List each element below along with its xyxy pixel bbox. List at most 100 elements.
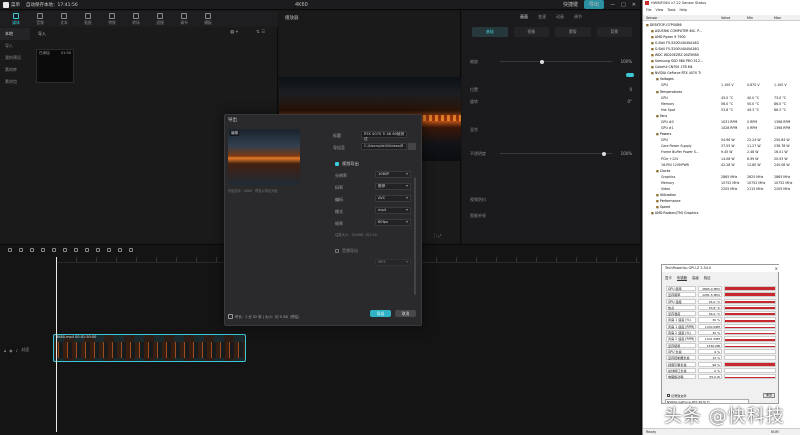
gpuz-sensor-label[interactable]: 风扇 2 速度 (RPM): [666, 336, 696, 342]
log-checkbox[interactable]: [667, 394, 670, 397]
rotate-icon[interactable]: [118, 248, 122, 252]
framerate-select[interactable]: 60fps: [375, 219, 411, 226]
subtab-background[interactable]: 背景: [596, 27, 632, 37]
maximize-icon[interactable]: □: [621, 2, 626, 8]
minimize-icon[interactable]: —: [610, 2, 615, 8]
format-select[interactable]: mp4: [375, 207, 411, 214]
gpuz-sensor-label[interactable]: 视频引擎负载: [666, 361, 696, 367]
media-tab-media[interactable]: 媒体: [8, 12, 24, 26]
menu-help[interactable]: Help: [679, 8, 687, 13]
col-sensor[interactable]: Sensor: [646, 16, 658, 20]
gpuz-sensor-label[interactable]: 电路板功耗: [666, 374, 696, 380]
inspector-row-stabilize[interactable]: 视频防抖: [470, 195, 632, 204]
gpuz-tab-card[interactable]: 显卡: [665, 275, 672, 281]
bitrate-select[interactable]: 推荐: [375, 183, 411, 190]
gpuz-sensor-label[interactable]: 风扇 1 速度 (%): [666, 317, 696, 323]
track-cover-label[interactable]: 封面: [21, 347, 29, 353]
lock-icon[interactable]: 🔒︎: [4, 348, 6, 353]
media-side-import[interactable]: 导入: [0, 40, 30, 52]
media-tab-adjust[interactable]: 调节: [176, 12, 192, 26]
inspector-tab-animation[interactable]: 动画: [556, 14, 564, 20]
export-button[interactable]: 导出: [370, 310, 391, 317]
scale-slider-knob[interactable]: [540, 59, 544, 64]
resolution-select[interactable]: 1080P: [375, 171, 411, 178]
col-min[interactable]: Min: [747, 16, 753, 20]
media-side-library[interactable]: 素材库: [0, 64, 30, 76]
inspector-tab-adjust[interactable]: 调节: [574, 14, 582, 20]
gpuz-sensor-label[interactable]: 显存使用: [666, 342, 696, 348]
gpuz-sensor-label[interactable]: 热点: [666, 304, 696, 311]
gpuz-sensor-label[interactable]: 风扇 2 速度 (%): [666, 330, 696, 336]
col-max[interactable]: Max: [774, 16, 781, 20]
reset-button[interactable]: 重置: [763, 393, 775, 398]
uniform-scale-toggle[interactable]: [626, 73, 634, 77]
codec-select[interactable]: AVC: [375, 195, 411, 202]
folder-icon[interactable]: [408, 143, 416, 150]
subtab-mask[interactable]: 蒙版: [555, 27, 591, 37]
import-button[interactable]: 导入: [38, 31, 46, 37]
select-tool-icon[interactable]: [8, 248, 12, 252]
video-export-checkbox[interactable]: [335, 162, 339, 166]
sort-icon[interactable]: ⇅ ☰: [256, 30, 265, 35]
fullscreen-icon[interactable]: ⛶ ⤢: [434, 233, 441, 238]
title-input[interactable]: RTX 4070 Ti 4K 60帧测试: [361, 131, 407, 141]
subtab-keying[interactable]: 抠像: [513, 27, 549, 37]
col-value[interactable]: Value: [721, 16, 730, 20]
inspector-row-frame-interp[interactable]: 智能补帧: [470, 211, 632, 220]
close-icon[interactable]: ✕: [775, 265, 778, 272]
gpuz-sensor-label[interactable]: GPU 频率: [666, 286, 696, 292]
shortcut-button[interactable]: 快捷键: [563, 1, 578, 8]
menu-button[interactable]: 菜单: [11, 2, 20, 8]
export-button-top[interactable]: 导出: [584, 0, 605, 9]
redo-icon[interactable]: [30, 248, 34, 252]
view-toggle-icon[interactable]: ▦ ▾: [230, 30, 238, 35]
log-to-file-option[interactable]: 记录到文件: [667, 393, 686, 398]
gpuz-sensor-label[interactable]: 显存频率: [666, 292, 696, 298]
subtab-basic[interactable]: 基础: [472, 27, 508, 37]
media-side-pack[interactable]: 素材包: [0, 76, 30, 88]
gpuz-sensor-label[interactable]: GPU 负载: [666, 348, 696, 355]
hwinfo-row[interactable]: AMD Radeon(TM) Graphics: [643, 211, 800, 217]
freeze-icon[interactable]: [85, 248, 89, 252]
gpuz-sensor-label[interactable]: 总线接口负载: [666, 367, 696, 374]
audio-format-select[interactable]: MP3: [375, 259, 411, 266]
gpuz-tab-sensors[interactable]: 传感器: [676, 275, 687, 281]
mirror-icon[interactable]: [107, 248, 111, 252]
mute-icon[interactable]: ♪: [16, 348, 19, 353]
media-tab-filter[interactable]: 滤镜: [152, 12, 168, 26]
eye-icon[interactable]: ◉: [9, 348, 13, 353]
media-tab-transition[interactable]: 转场: [128, 12, 144, 26]
menu-tools[interactable]: Tools: [667, 8, 675, 13]
gpuz-sensor-label[interactable]: 风扇 1 速度 (RPM): [666, 323, 696, 329]
gpuz-sensor-label[interactable]: 显存控制器负载: [666, 355, 696, 361]
gpuz-sensor-label[interactable]: GPU 温度: [666, 298, 696, 304]
export-path-input[interactable]: C:/Users/dell/Videos/R: [361, 143, 407, 150]
dialog-scrollbar[interactable]: [414, 177, 416, 295]
undo-icon[interactable]: [19, 248, 23, 252]
opacity-slider[interactable]: [500, 153, 612, 154]
gpuz-tab-validation[interactable]: 验证: [704, 275, 711, 281]
menu-file[interactable]: File: [646, 8, 652, 13]
cancel-button[interactable]: 取消: [395, 310, 416, 317]
crop-icon[interactable]: [129, 248, 133, 252]
scale-slider[interactable]: [500, 61, 612, 62]
media-tab-text[interactable]: 文本: [56, 12, 72, 26]
delete-left-icon[interactable]: [52, 248, 56, 252]
audio-export-checkbox[interactable]: [335, 249, 339, 253]
delete-right-icon[interactable]: [63, 248, 67, 252]
opacity-slider-knob[interactable]: [602, 151, 606, 156]
gpuz-tab-advanced[interactable]: 高级: [692, 275, 699, 281]
close-icon[interactable]: ✕: [632, 2, 636, 8]
media-tab-audio[interactable]: 音频: [32, 12, 48, 26]
media-thumbnail[interactable]: 已添加 01:50: [36, 49, 74, 83]
media-tab-sticker[interactable]: 贴纸: [80, 12, 96, 26]
playhead[interactable]: [56, 257, 57, 432]
gpuz-sensor-label[interactable]: 显存温度: [666, 311, 696, 317]
split-icon[interactable]: [41, 248, 45, 252]
reverse-icon[interactable]: [96, 248, 100, 252]
inspector-tab-picture[interactable]: 画面: [520, 14, 528, 20]
media-side-presets[interactable]: 我的预设: [0, 52, 30, 64]
media-tab-effects[interactable]: 特效: [104, 12, 120, 26]
menu-view[interactable]: View: [656, 8, 664, 13]
media-tab-template[interactable]: 模板: [200, 12, 216, 26]
